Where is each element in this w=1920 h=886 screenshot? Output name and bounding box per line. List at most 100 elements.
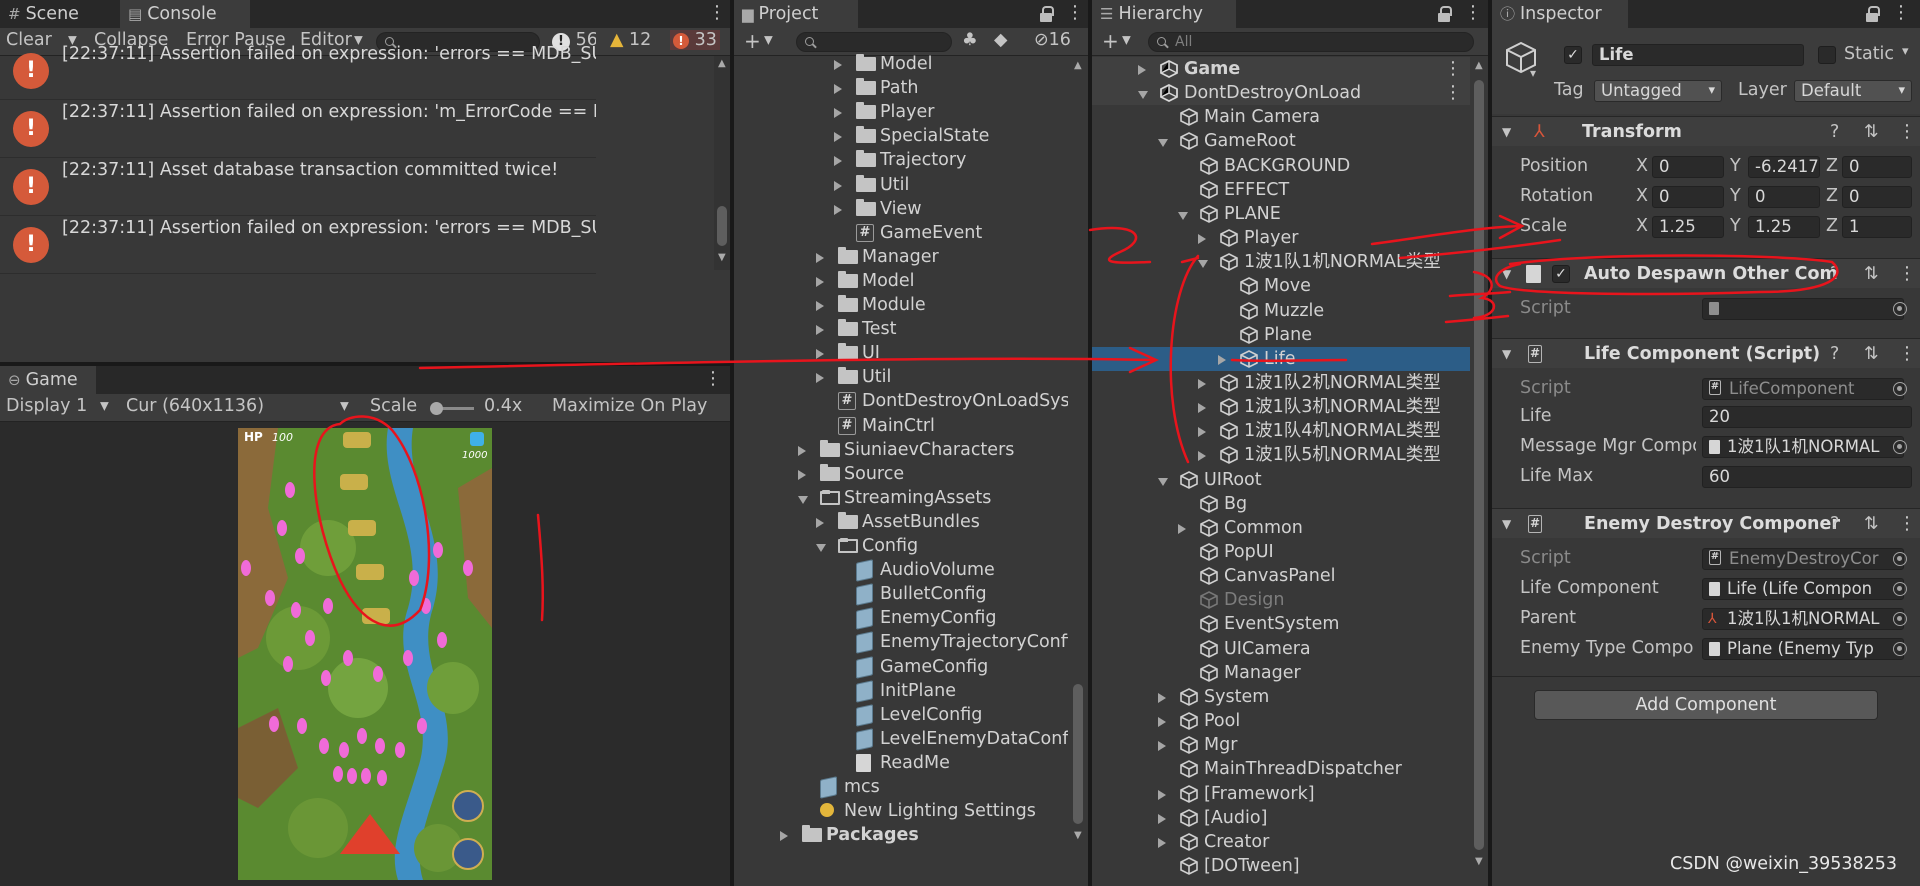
enemy-destroy-script-field[interactable]: # EnemyDestroyCor bbox=[1702, 548, 1904, 570]
expand-open-icon[interactable] bbox=[1158, 139, 1168, 148]
scroll-thumb[interactable] bbox=[717, 206, 727, 246]
more-menu-icon[interactable]: ⋮ bbox=[708, 3, 726, 23]
life-max-field[interactable]: 60 bbox=[1702, 466, 1912, 488]
expand-closed-icon[interactable] bbox=[1218, 354, 1226, 365]
log-entry[interactable]: ! [22:37:11] Assertion failed on expressi… bbox=[0, 100, 596, 158]
tab-scene[interactable]: # Scene bbox=[0, 0, 116, 28]
hierarchy-item[interactable]: Pool bbox=[1092, 709, 1472, 733]
project-list-item[interactable]: Module bbox=[734, 293, 1070, 317]
foldout-arrow-icon[interactable]: ▼ bbox=[1502, 509, 1511, 539]
scene-menu-icon[interactable]: ⋮ bbox=[1444, 59, 1462, 79]
hierarchy-item[interactable]: Mgr bbox=[1092, 733, 1472, 757]
expand-closed-icon[interactable] bbox=[816, 301, 824, 311]
hierarchy-item[interactable]: Creator bbox=[1092, 830, 1472, 854]
more-menu-icon[interactable]: ⋮ bbox=[1898, 264, 1916, 284]
project-list-item[interactable]: Packages bbox=[734, 823, 1070, 847]
warning-count-badge[interactable]: ▲ 12 bbox=[610, 30, 651, 50]
hierarchy-item[interactable]: Manager bbox=[1092, 661, 1472, 685]
preset-icon[interactable]: ⇅ bbox=[1864, 509, 1879, 539]
help-icon[interactable]: ? bbox=[1830, 339, 1839, 369]
icon-dropdown-arrow-icon[interactable]: ▾ bbox=[1530, 66, 1536, 80]
scale-x-field[interactable]: 1.25 bbox=[1652, 216, 1724, 238]
hierarchy-item[interactable]: Move bbox=[1092, 274, 1472, 298]
scale-slider[interactable] bbox=[430, 402, 474, 415]
project-search-input[interactable] bbox=[796, 32, 952, 52]
project-list-item[interactable]: Path bbox=[734, 76, 1070, 100]
help-icon[interactable]: ? bbox=[1830, 259, 1839, 289]
project-list-item[interactable]: EnemyConfig bbox=[734, 606, 1070, 631]
hierarchy-search-input[interactable]: All bbox=[1148, 32, 1474, 52]
enemy-destroy-header[interactable]: ▼ # Enemy Destroy Componer ? ⇅ ⋮ bbox=[1492, 508, 1920, 538]
display-dropdown[interactable]: Display 1 bbox=[6, 396, 87, 416]
expand-closed-icon[interactable] bbox=[816, 373, 824, 384]
scale-x-label[interactable]: X bbox=[1636, 216, 1648, 236]
expand-closed-icon[interactable] bbox=[1198, 427, 1206, 438]
project-list-item[interactable]: New Lighting Settings bbox=[734, 799, 1070, 823]
hierarchy-item[interactable]: 1波1队1机NORMAL类型 bbox=[1092, 250, 1472, 274]
lock-icon[interactable] bbox=[1040, 6, 1054, 22]
rotation-y-field[interactable]: 0 bbox=[1748, 186, 1820, 208]
project-list-item[interactable]: Model bbox=[734, 52, 1070, 76]
more-menu-icon[interactable]: ⋮ bbox=[704, 369, 722, 389]
project-list-item[interactable]: AssetBundles bbox=[734, 510, 1070, 534]
expand-closed-icon[interactable] bbox=[1158, 692, 1166, 703]
hierarchy-item[interactable]: [DOTween] bbox=[1092, 854, 1472, 878]
scroll-up-icon[interactable]: ▲ bbox=[718, 58, 726, 69]
scroll-up-icon[interactable]: ▲ bbox=[1475, 60, 1483, 71]
static-dropdown-arrow-icon[interactable]: ▾ bbox=[1902, 44, 1909, 59]
scroll-down-icon[interactable]: ▼ bbox=[1475, 856, 1483, 867]
lock-icon[interactable] bbox=[1866, 6, 1880, 22]
expand-closed-icon[interactable] bbox=[780, 831, 788, 842]
expand-closed-icon[interactable] bbox=[816, 325, 824, 336]
message-mgr-field[interactable]: 1波1队1机NORMAL bbox=[1702, 436, 1904, 458]
rotation-x-field[interactable]: 0 bbox=[1652, 186, 1724, 208]
project-list-item[interactable]: SiuniaevCharacters bbox=[734, 438, 1070, 462]
hierarchy-item[interactable]: Player bbox=[1092, 226, 1472, 250]
error-count-badge[interactable]: ! 33 bbox=[670, 30, 720, 50]
expand-open-icon[interactable] bbox=[1178, 211, 1188, 220]
expand-open-icon[interactable] bbox=[816, 544, 826, 552]
filter-type-icon[interactable]: ♣ bbox=[962, 30, 978, 50]
hierarchy-item[interactable]: PopUI bbox=[1092, 540, 1472, 564]
position-z-label[interactable]: Z bbox=[1826, 156, 1838, 176]
game-view[interactable]: HP 100 1000 bbox=[238, 428, 492, 880]
tab-inspector[interactable]: ⓘ Inspector bbox=[1492, 0, 1628, 28]
hierarchy-item[interactable]: BACKGROUND bbox=[1092, 154, 1472, 178]
object-name-field[interactable]: Life bbox=[1592, 44, 1804, 66]
object-picker-icon[interactable] bbox=[1893, 642, 1907, 656]
hierarchy-item[interactable]: 1波1队3机NORMAL类型 bbox=[1092, 395, 1472, 419]
hierarchy-item[interactable]: Game ⋮ bbox=[1092, 57, 1472, 81]
rotation-y-label[interactable]: Y bbox=[1730, 186, 1741, 206]
project-list-item[interactable]: AudioVolume bbox=[734, 558, 1070, 582]
log-entry[interactable]: ! [22:37:11] Asset database transaction c… bbox=[0, 158, 596, 216]
expand-closed-icon[interactable] bbox=[1158, 813, 1166, 824]
tab-game[interactable]: ⊖ Game bbox=[0, 366, 96, 394]
expand-closed-icon[interactable] bbox=[834, 60, 842, 70]
hierarchy-item[interactable]: [Framework] bbox=[1092, 782, 1472, 806]
tab-hierarchy[interactable]: ☰ Hierarchy bbox=[1092, 0, 1236, 28]
tab-project[interactable]: ▆ Project bbox=[734, 0, 858, 28]
scroll-thumb[interactable] bbox=[1073, 684, 1083, 824]
scroll-thumb[interactable] bbox=[1474, 80, 1484, 850]
more-menu-icon[interactable]: ⋮ bbox=[1898, 122, 1916, 142]
expand-closed-icon[interactable] bbox=[816, 276, 824, 287]
project-list-item[interactable]: UI bbox=[734, 341, 1070, 365]
hierarchy-item[interactable]: 1波1队4机NORMAL类型 bbox=[1092, 419, 1472, 443]
auto-despawn-script-field[interactable] bbox=[1702, 298, 1904, 320]
project-list-item[interactable]: InitPlane bbox=[734, 679, 1070, 703]
project-list-item[interactable]: ReadMe bbox=[734, 751, 1070, 775]
position-y-label[interactable]: Y bbox=[1730, 156, 1741, 176]
hierarchy-item[interactable]: UIRoot bbox=[1092, 468, 1472, 492]
layer-dropdown[interactable]: Default ▾ bbox=[1794, 80, 1912, 102]
position-y-field[interactable]: -6.2417 bbox=[1748, 156, 1820, 178]
console-scrollbar[interactable]: ▲ ▼ bbox=[714, 56, 730, 270]
expand-closed-icon[interactable] bbox=[834, 204, 842, 215]
component-enabled-checkbox[interactable]: ✓ bbox=[1552, 265, 1570, 283]
expand-closed-icon[interactable] bbox=[1158, 789, 1166, 800]
expand-open-icon[interactable] bbox=[1198, 260, 1208, 269]
project-list-item[interactable]: Util bbox=[734, 173, 1070, 197]
expand-closed-icon[interactable] bbox=[834, 108, 842, 119]
expand-closed-icon[interactable] bbox=[816, 349, 824, 360]
project-list-item[interactable]: # DontDestroyOnLoadSystem bbox=[734, 389, 1088, 413]
preset-icon[interactable]: ⇅ bbox=[1864, 259, 1879, 289]
